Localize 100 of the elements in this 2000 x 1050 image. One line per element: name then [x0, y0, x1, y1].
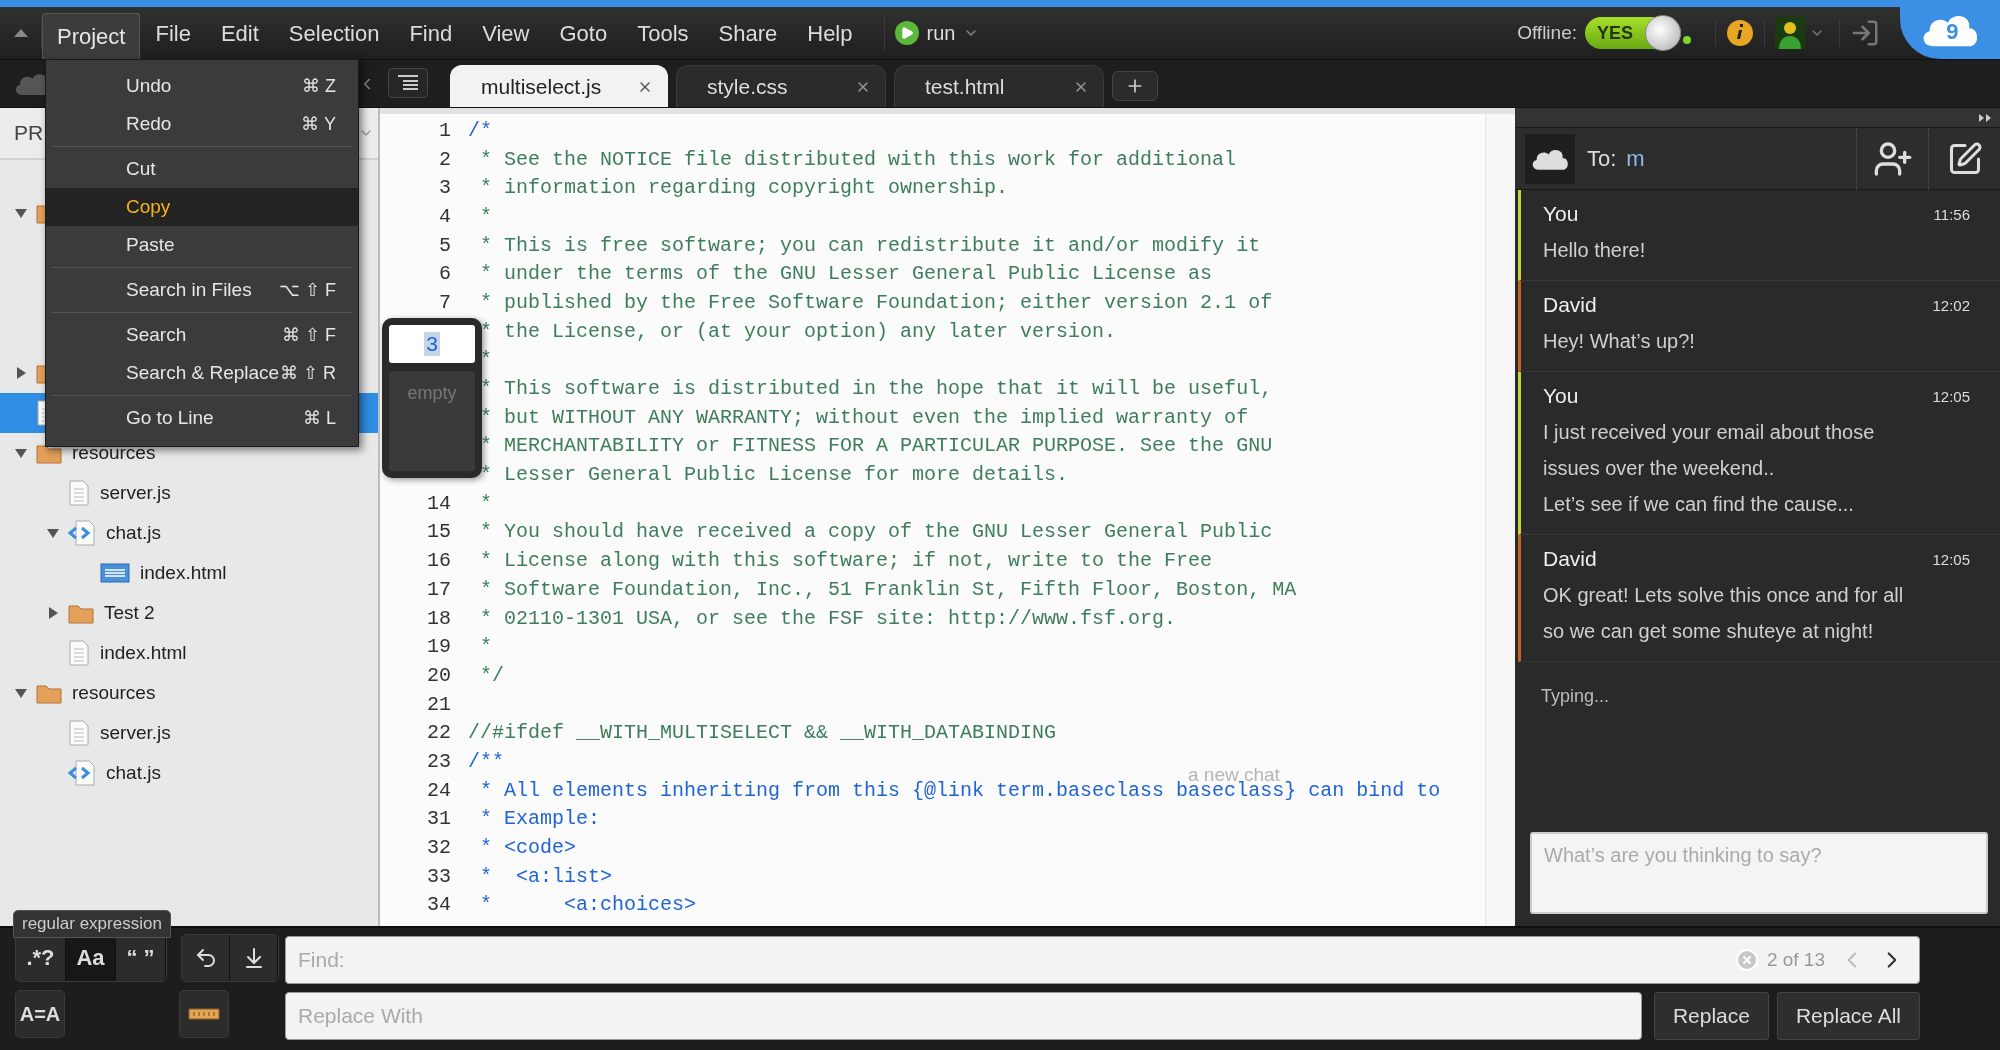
menu-entry[interactable]: Copy: [46, 188, 358, 226]
code-line: * See the NOTICE file distributed with this work for additional: [479, 147, 1237, 171]
replace-button[interactable]: Replace: [1653, 992, 1769, 1040]
menu-entry[interactable]: Search ⌘ ⇧ F: [46, 316, 358, 354]
replace-field[interactable]: Replace With: [286, 1004, 1627, 1028]
line-number: 34: [426, 893, 452, 917]
message-time: 12:02: [1932, 296, 1970, 314]
tree-item[interactable]: index.html: [100, 642, 187, 664]
code-line: * published by the Free Software Foundation; either version 2.1 of: [479, 290, 1273, 314]
to-label: To:: [1587, 145, 1617, 172]
line-number: 32: [426, 836, 452, 860]
tree-item[interactable]: index.html: [140, 562, 227, 584]
menu-entry[interactable]: Go to Line ⌘ L: [46, 399, 358, 437]
tree-item[interactable]: Test 2: [104, 602, 155, 624]
menu-item[interactable]: Project: [42, 13, 141, 59]
menu-item[interactable]: File: [140, 7, 206, 59]
empty-hint: empty: [407, 383, 457, 405]
code-line: *: [479, 635, 492, 659]
editor-tab[interactable]: style.css: [676, 65, 886, 107]
editor-tab[interactable]: test.html: [894, 65, 1104, 107]
line-number: 5: [438, 233, 452, 257]
code-line: /**: [468, 749, 504, 773]
sidebar-title: PR: [14, 121, 44, 145]
typing-indicator: Typing...: [1541, 686, 1611, 707]
message-text: Hello there!: [1543, 238, 1647, 263]
find-field[interactable]: Find:: [286, 948, 1735, 972]
message-input[interactable]: What’s are you thinking to say?: [1530, 832, 1988, 914]
line-number: 16: [426, 549, 452, 573]
code-line: * License along with this software; if not, write to the Free: [479, 549, 1213, 573]
code-line: * Example:: [479, 807, 601, 831]
code-line: * <a:choices>: [479, 893, 697, 917]
shortcut: ⌘ L: [303, 407, 336, 429]
code-line: *: [479, 491, 492, 515]
line-number: 3: [438, 176, 452, 200]
line-number: 14: [426, 491, 452, 515]
line-number: 15: [426, 520, 452, 544]
message-author: You: [1543, 202, 1579, 226]
run-button[interactable]: run: [883, 16, 990, 50]
menu-entry[interactable]: Undo ⌘ Z: [46, 67, 358, 105]
code-line: * MERCHANTABILITY or FITNESS FOR A PARTICULAR PURPOSE. See the GNU: [479, 434, 1273, 458]
menu-item[interactable]: Tools: [622, 7, 704, 59]
search-option-button[interactable]: .*?: [16, 935, 66, 981]
menu-item[interactable]: Selection: [273, 7, 395, 59]
replace-box[interactable]: Replace With: [285, 992, 1642, 1040]
message-time: 12:05: [1932, 550, 1970, 568]
code-line: * the License, or (at your option) any later version.: [479, 319, 1117, 343]
message-author: You: [1543, 384, 1579, 408]
offline-toggle[interactable]: YES: [1585, 17, 1681, 49]
line-number: 21: [426, 692, 452, 716]
code-line: * This is free software; you can redistribute it and/or modify it: [479, 233, 1261, 257]
code-line: */: [479, 663, 504, 687]
search-option-button[interactable]: Aa: [66, 935, 116, 981]
tree-item[interactable]: server.js: [100, 482, 171, 504]
code-line: *: [479, 204, 492, 228]
shortcut: ⌘ ⇧ F: [282, 324, 336, 346]
line-number: 22: [426, 721, 452, 745]
search-option-button[interactable]: “ ”: [116, 935, 166, 981]
menu-entry[interactable]: Cut: [46, 150, 358, 188]
shortcut: ⌘ Z: [302, 75, 336, 97]
menu-item[interactable]: Goto: [544, 7, 623, 59]
recipient[interactable]: m: [1626, 145, 1645, 172]
code-line: * <code>: [479, 836, 577, 860]
line-number: 33: [426, 864, 452, 888]
code-line: * <a:list>: [479, 864, 613, 888]
line-number: 4: [438, 204, 452, 228]
tooltip: regular expression: [13, 910, 171, 938]
code-line: * You should have received a copy of the GNU Lesser General Public: [479, 520, 1273, 544]
code-line: *: [479, 348, 492, 372]
line-number: 7: [438, 290, 452, 314]
tree-item[interactable]: server.js: [100, 722, 171, 744]
match-count: 2 of 13: [1766, 949, 1825, 971]
line-number-field[interactable]: 3: [389, 325, 475, 363]
message-text: Hey! What’s up?!: [1543, 329, 1696, 354]
code-line: //#ifdef __WITH_MULTISELECT && __WITH_DATABINDING: [468, 721, 1057, 745]
replace-button[interactable]: Replace All: [1776, 992, 1920, 1040]
menu-entry[interactable]: Search & Replace⌘ ⇧ R: [46, 354, 358, 392]
line-number: 20: [426, 663, 452, 687]
menu-item[interactable]: View: [467, 7, 545, 59]
line-number: 2: [438, 147, 452, 171]
tree-item[interactable]: chat.js: [106, 762, 161, 784]
code-line: * but WITHOUT ANY WARRANTY; without even the implied warranty of: [479, 405, 1249, 429]
menu-item[interactable]: Find: [394, 7, 468, 59]
message-text: OK great! Lets solve this once and for all so we can get some shuteye at night!: [1543, 583, 1905, 644]
tree-item[interactable]: resources: [72, 682, 156, 704]
shortcut: ⌘ ⇧ R: [280, 362, 336, 384]
menu-entry[interactable]: Paste: [46, 226, 358, 264]
code-line: * under the terms of the GNU Lesser General Public License as: [479, 262, 1213, 286]
menu-entry[interactable]: Redo ⌘ Y: [46, 105, 358, 143]
menu-item[interactable]: Help: [792, 7, 868, 59]
message-author: David: [1543, 293, 1597, 317]
line-number: 23: [426, 749, 452, 773]
menu-item[interactable]: Edit: [205, 7, 274, 59]
tree-item[interactable]: chat.js: [106, 522, 161, 544]
line-number: 31: [426, 807, 452, 831]
menu-item[interactable]: Share: [703, 7, 793, 59]
preserve-case-button[interactable]: A=A: [15, 990, 65, 1038]
code-line: * This software is distributed in the hope that it will be useful,: [479, 377, 1273, 401]
editor-tab[interactable]: multiselect.js: [450, 65, 668, 107]
shortcut: ⌘ Y: [301, 113, 336, 135]
menu-entry[interactable]: Search in Files ⌥ ⇧ F: [46, 271, 358, 309]
